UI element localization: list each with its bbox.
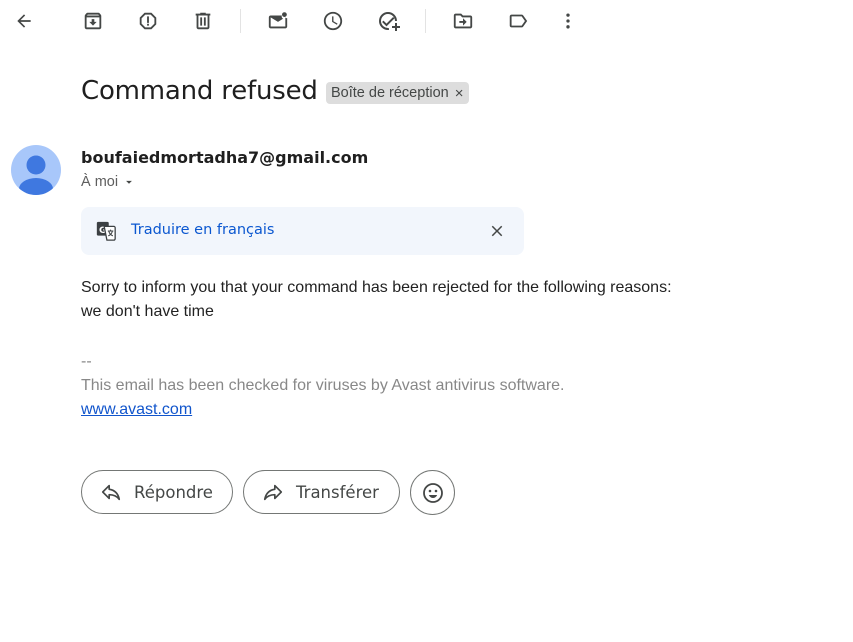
mark-unread-icon — [268, 12, 288, 29]
translate-bar: G Traduire en français — [81, 207, 524, 255]
close-icon — [491, 225, 503, 237]
emoji-icon — [422, 482, 443, 503]
remove-label-icon[interactable]: × — [455, 86, 464, 101]
translate-close-button[interactable] — [485, 219, 509, 243]
forward-label: Transférer — [296, 482, 379, 502]
signature-link[interactable]: www.avast.com — [81, 401, 192, 419]
toolbar-divider — [425, 9, 426, 33]
signature-separator: -- — [81, 353, 92, 370]
emoji-reaction-button[interactable] — [410, 470, 455, 515]
person-icon — [19, 155, 53, 195]
email-body-line: Sorry to inform you that your command ha… — [81, 279, 672, 296]
reply-button[interactable]: Répondre — [81, 470, 233, 514]
toolbar-divider — [240, 9, 241, 33]
report-spam-button[interactable] — [130, 3, 166, 39]
caret-down-icon — [126, 180, 132, 184]
back-button[interactable] — [6, 3, 42, 39]
recipient-label: À moi — [81, 174, 119, 190]
translate-link[interactable]: Traduire en français — [131, 222, 274, 238]
mark-unread-button[interactable] — [260, 3, 296, 39]
move-to-icon — [453, 13, 473, 29]
sender-email[interactable]: boufaiedmortadha7@gmail.com — [81, 148, 368, 167]
snooze-button[interactable] — [315, 3, 351, 39]
forward-button[interactable]: Transférer — [243, 470, 400, 514]
recipient-details[interactable]: À moi — [81, 174, 136, 190]
email-body-line: we don't have time — [81, 303, 214, 320]
snooze-icon — [323, 11, 343, 31]
reply-icon — [101, 484, 121, 501]
more-options-button[interactable] — [550, 3, 586, 39]
avatar[interactable] — [11, 145, 61, 195]
label-chip-inbox[interactable]: Boîte de réception × — [326, 82, 470, 104]
label-icon — [509, 14, 528, 28]
label-button[interactable] — [500, 3, 536, 39]
add-to-tasks-icon — [379, 12, 400, 31]
archive-icon — [84, 12, 102, 30]
archive-button[interactable] — [75, 3, 111, 39]
signature-text: This email has been checked for viruses … — [81, 377, 565, 394]
email-subject: Command refused — [81, 76, 318, 106]
translate-icon: G — [96, 221, 116, 241]
report-spam-icon — [139, 12, 157, 30]
reply-label: Répondre — [134, 482, 213, 502]
label-chip-text: Boîte de réception — [331, 85, 449, 101]
back-arrow-icon — [17, 14, 31, 28]
move-to-button[interactable] — [445, 3, 481, 39]
delete-button[interactable] — [185, 3, 221, 39]
delete-icon — [195, 12, 211, 30]
more-options-icon — [566, 13, 570, 29]
forward-icon — [263, 484, 283, 501]
add-to-tasks-button[interactable] — [370, 3, 406, 39]
